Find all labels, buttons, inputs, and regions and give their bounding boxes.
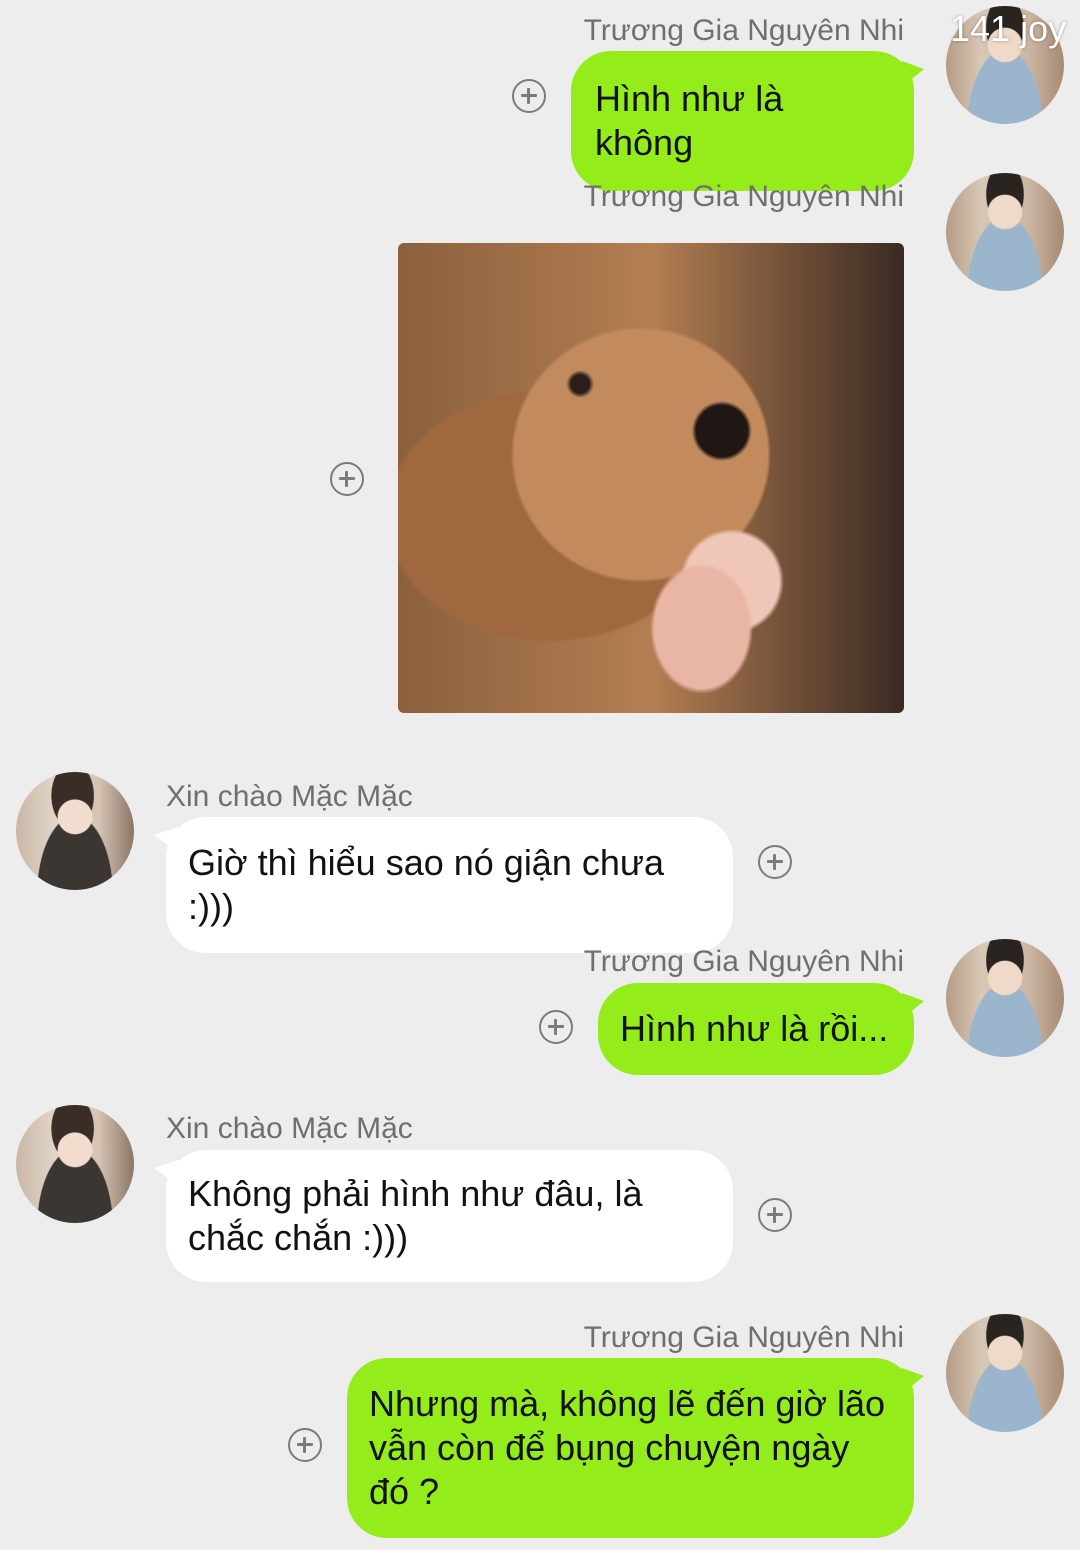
chat-view: Trương Gia Nguyên Nhi Hình như là không … xyxy=(0,0,1080,1550)
dog-sticker[interactable] xyxy=(398,243,904,713)
plus-circle-icon[interactable] xyxy=(288,1428,322,1462)
sender-name: Xin chào Mặc Mặc xyxy=(166,780,413,813)
plus-circle-icon[interactable] xyxy=(330,462,364,496)
plus-circle-icon[interactable] xyxy=(512,79,546,113)
message-text: Hình như là rồi... xyxy=(620,1008,889,1049)
avatar[interactable] xyxy=(946,1314,1064,1432)
message-bubble[interactable]: Hình như là không xyxy=(571,51,924,191)
avatar[interactable] xyxy=(946,173,1064,291)
message-text: Không phải hình như đâu, là chắc chắn :)… xyxy=(188,1173,643,1258)
sender-name: Trương Gia Nguyên Nhi xyxy=(583,14,904,47)
watermark: 141 joy xyxy=(950,8,1067,49)
avatar[interactable] xyxy=(16,772,134,890)
plus-circle-icon[interactable] xyxy=(539,1010,573,1044)
message-bubble[interactable]: Hình như là rồi... xyxy=(598,983,924,1075)
sender-name: Trương Gia Nguyên Nhi xyxy=(583,945,904,978)
sender-name: Trương Gia Nguyên Nhi xyxy=(583,180,904,213)
avatar[interactable] xyxy=(946,939,1064,1057)
message-bubble[interactable]: Giờ thì hiểu sao nó giận chưa :))) xyxy=(154,817,733,953)
plus-circle-icon[interactable] xyxy=(758,1198,792,1232)
sender-name: Trương Gia Nguyên Nhi xyxy=(583,1321,904,1354)
message-bubble[interactable]: Không phải hình như đâu, là chắc chắn :)… xyxy=(154,1150,733,1282)
message-text: Hình như là không xyxy=(595,78,784,163)
avatar[interactable] xyxy=(16,1105,134,1223)
message-text: Nhưng mà, không lẽ đến giờ lão vẫn còn đ… xyxy=(369,1383,886,1512)
sender-name: Xin chào Mặc Mặc xyxy=(166,1112,413,1145)
plus-circle-icon[interactable] xyxy=(758,845,792,879)
message-bubble[interactable]: Nhưng mà, không lẽ đến giờ lão vẫn còn đ… xyxy=(347,1358,924,1538)
message-text: Giờ thì hiểu sao nó giận chưa :))) xyxy=(188,842,664,927)
